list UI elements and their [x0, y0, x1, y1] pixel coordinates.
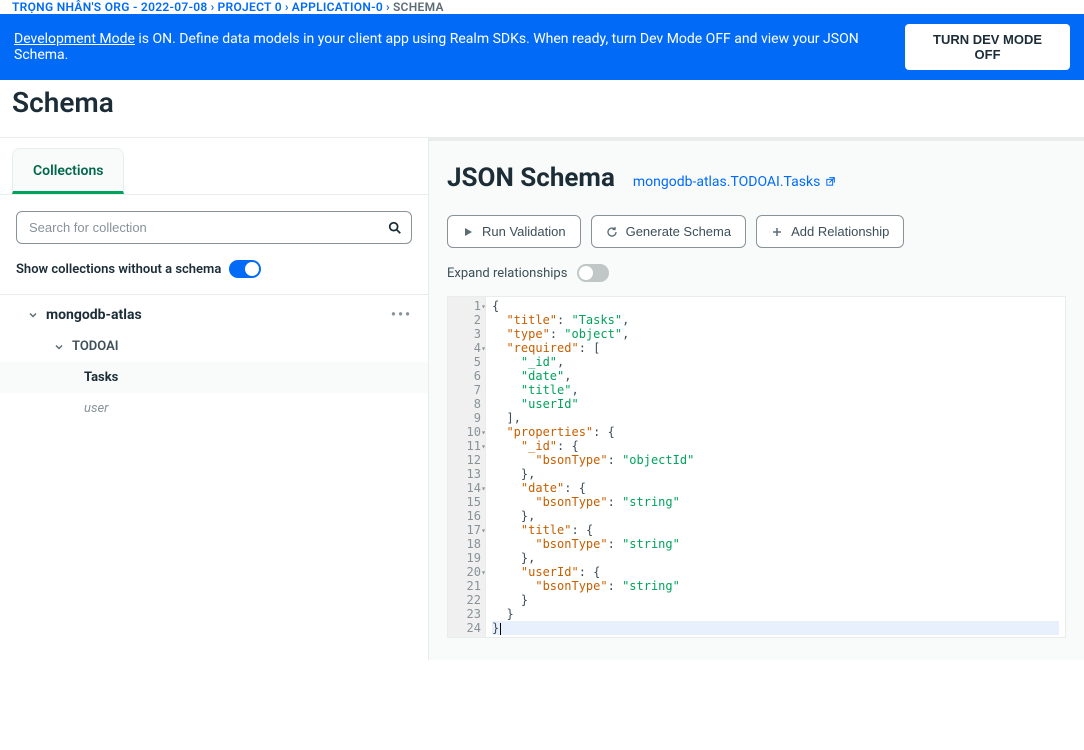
dev-mode-text-after: is ON. Define data models in your client…	[14, 31, 859, 63]
tree-database[interactable]: mongodb-atlas •••	[0, 299, 428, 331]
editor-gutter: 1▾234▾5678910▾11▾121314▾151617▾181920▾21…	[448, 297, 486, 637]
show-collections-toggle-row: Show collections without a schema	[0, 260, 428, 294]
dev-mode-link[interactable]: Development Mode	[14, 31, 135, 47]
add-relationship-label: Add Relationship	[791, 224, 889, 239]
expand-relationships-row: Expand relationships	[447, 264, 1066, 282]
page-title: Schema	[0, 80, 1084, 137]
breadcrumb-project[interactable]: PROJECT 0	[218, 0, 282, 14]
add-relationship-button[interactable]: Add Relationship	[756, 215, 904, 248]
tree-collection-group-label: TODOAI	[72, 339, 119, 354]
schema-editor[interactable]: 1▾234▾5678910▾11▾121314▾151617▾181920▾21…	[447, 296, 1066, 638]
run-validation-button[interactable]: Run Validation	[447, 215, 581, 248]
play-icon	[462, 226, 474, 238]
schema-title: JSON Schema	[447, 163, 615, 193]
schema-path-link[interactable]: mongodb-atlas.TODOAI.Tasks	[633, 174, 836, 190]
chevron-down-icon	[28, 310, 38, 320]
search-wrap	[0, 195, 428, 260]
tree-database-menu[interactable]: •••	[391, 307, 412, 323]
tabs: Collections	[0, 138, 428, 195]
schema-path: mongodb-atlas.TODOAI.Tasks	[633, 174, 820, 190]
search-icon	[388, 221, 402, 235]
expand-relationships-toggle[interactable]	[577, 264, 609, 282]
breadcrumb-sep: ›	[211, 0, 215, 14]
breadcrumb-app[interactable]: APPLICATION-0	[292, 0, 383, 14]
breadcrumb-sep: ›	[285, 0, 289, 14]
turn-dev-mode-off-button[interactable]: TURN DEV MODE OFF	[905, 24, 1070, 70]
tree-collection-item-tasks[interactable]: Tasks	[0, 362, 428, 393]
main-panel: JSON Schema mongodb-atlas.TODOAI.Tasks R…	[428, 138, 1084, 660]
collection-tree: mongodb-atlas ••• TODOAI Tasks user	[0, 294, 428, 428]
editor-code[interactable]: { "title": "Tasks", "type": "object", "r…	[486, 297, 1065, 637]
dev-mode-text: Development Mode is ON. Define data mode…	[14, 31, 905, 63]
breadcrumb-current: SCHEMA	[393, 0, 444, 14]
show-collections-label: Show collections without a schema	[16, 262, 221, 277]
show-collections-toggle[interactable]	[229, 260, 261, 278]
breadcrumb-sep: ›	[386, 0, 390, 14]
run-validation-label: Run Validation	[482, 224, 566, 239]
sidebar: Collections Show collections without a s…	[0, 138, 428, 660]
plus-icon	[771, 226, 783, 238]
breadcrumb-org[interactable]: TRỌNG NHÂN'S ORG - 2022-07-08	[12, 0, 208, 14]
schema-header: JSON Schema mongodb-atlas.TODOAI.Tasks	[447, 163, 1066, 193]
workspace: Collections Show collections without a s…	[0, 137, 1084, 660]
tree-collection-label: Tasks	[84, 370, 118, 385]
refresh-icon	[606, 226, 618, 238]
search-box	[16, 211, 412, 244]
search-input[interactable]	[16, 211, 412, 244]
tree-collection-group[interactable]: TODOAI	[0, 331, 428, 362]
expand-relationships-label: Expand relationships	[447, 266, 567, 281]
chevron-down-icon	[54, 342, 64, 352]
tree-collection-item-user[interactable]: user	[0, 393, 428, 424]
generate-schema-label: Generate Schema	[626, 224, 732, 239]
tab-collections[interactable]: Collections	[12, 148, 124, 194]
tree-collection-label: user	[84, 401, 108, 416]
dev-mode-banner: Development Mode is ON. Define data mode…	[0, 14, 1084, 80]
generate-schema-button[interactable]: Generate Schema	[591, 215, 747, 248]
breadcrumb: TRỌNG NHÂN'S ORG - 2022-07-08›PROJECT 0›…	[0, 0, 1084, 14]
tree-database-label: mongodb-atlas	[46, 307, 142, 323]
external-link-icon	[826, 176, 836, 186]
action-bar: Run Validation Generate Schema Add Relat…	[447, 215, 1066, 248]
